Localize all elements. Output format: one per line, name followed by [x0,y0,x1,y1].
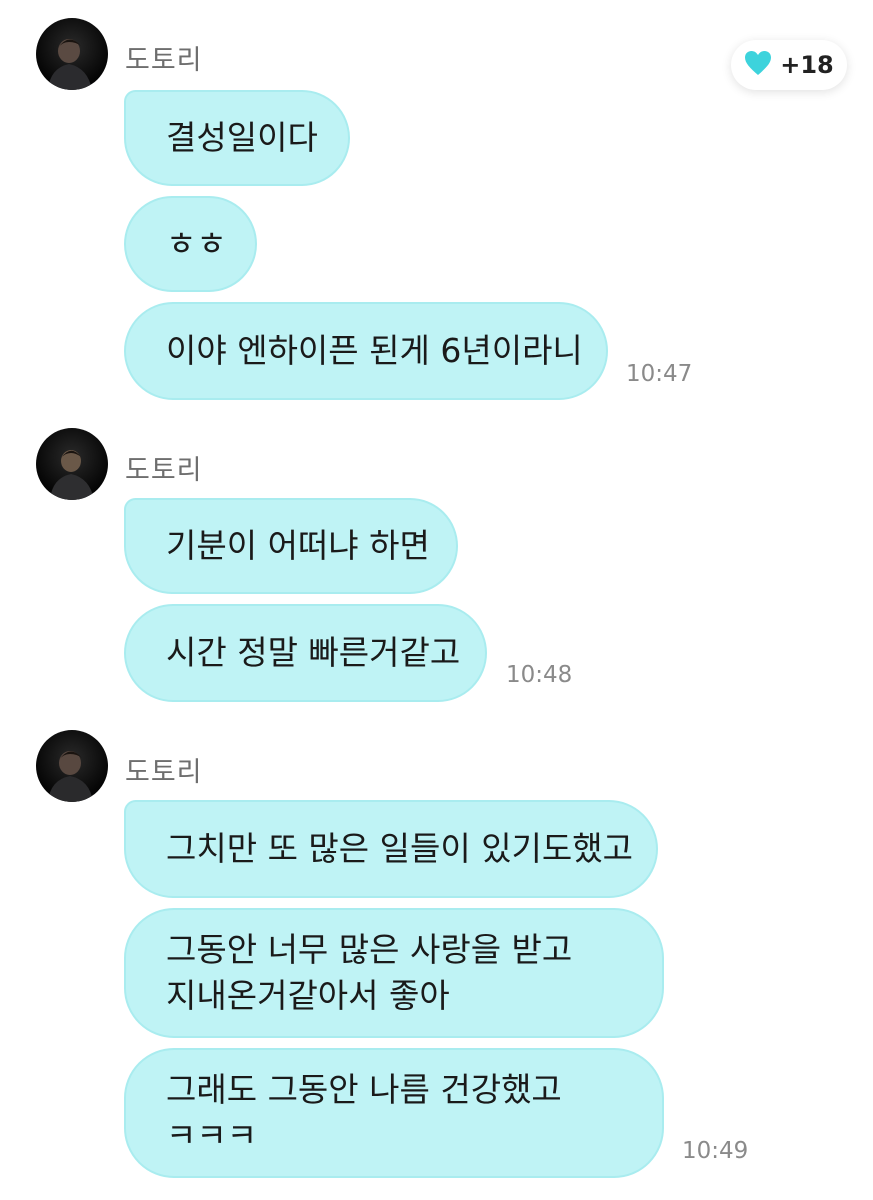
message-bubble[interactable]: 시간 정말 빠른거같고 [124,604,487,702]
message-time: 10:48 [506,662,573,688]
message-bubble[interactable]: 그동안 너무 많은 사랑을 받고 지내온거같아서 좋아 [124,908,664,1038]
message-bubble[interactable]: 결성일이다 [124,90,350,186]
heart-icon [744,50,772,80]
message-bubble[interactable]: 그래도 그동안 나름 건강했고 ㅋㅋㅋ [124,1048,664,1178]
avatar[interactable] [36,18,108,90]
message-bubble[interactable]: ㅎㅎ [124,196,257,292]
avatar[interactable] [36,428,108,500]
reaction-badge[interactable]: +18 [731,40,847,90]
message-bubble[interactable]: 그치만 또 많은 일들이 있기도했고 [124,800,658,898]
message-bubble[interactable]: 이야 엔하이픈 된게 6년이라니 [124,302,608,400]
message-time: 10:47 [626,361,693,387]
sender-name: 도토리 [125,45,203,76]
message-bubble[interactable]: 기분이 어떠냐 하면 [124,498,458,594]
sender-name: 도토리 [125,455,203,486]
message-time: 10:49 [682,1138,749,1164]
reaction-count: +18 [780,51,834,79]
sender-name: 도토리 [125,757,203,788]
avatar[interactable] [36,730,108,802]
